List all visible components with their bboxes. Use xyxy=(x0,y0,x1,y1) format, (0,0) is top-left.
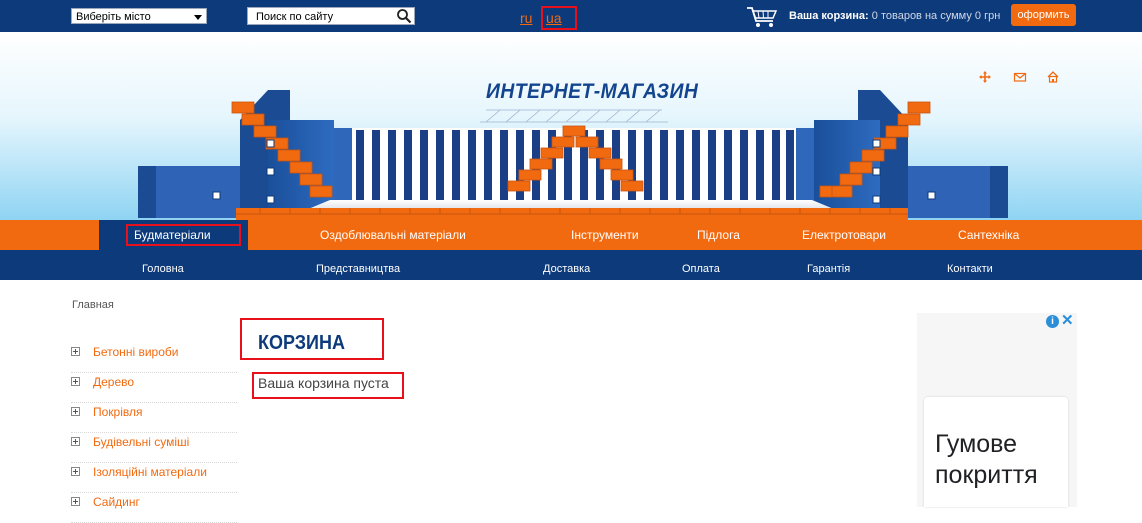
store-illustration xyxy=(138,90,1008,220)
nav-link-warranty[interactable]: Гарантія xyxy=(807,250,850,288)
category-tab-plumbing[interactable]: Сантехніка xyxy=(958,220,1019,250)
mail-icon[interactable] xyxy=(1013,70,1027,84)
message-highlight xyxy=(252,372,404,399)
nav-link-home[interactable]: Головна xyxy=(142,250,184,288)
lang-ua-highlight xyxy=(541,6,577,30)
nav-link-offices[interactable]: Представництва xyxy=(316,250,400,288)
cart-icon[interactable] xyxy=(746,6,778,28)
nav-link-payment[interactable]: Оплата xyxy=(682,250,720,288)
ad-card[interactable]: Гумове покриття xyxy=(924,397,1068,507)
cart-summary: 0 товаров на сумму 0 грн xyxy=(871,10,1001,22)
expand-icon[interactable] xyxy=(71,437,80,446)
category-tab-flooring[interactable]: Підлога xyxy=(697,220,740,250)
city-select-value: Виберіть місто xyxy=(76,11,151,23)
move-icon[interactable] xyxy=(978,70,992,84)
lang-ru-link[interactable]: ru xyxy=(520,10,532,26)
category-tab-electrical[interactable]: Електротовари xyxy=(802,220,886,250)
sidebar-item-wood[interactable]: Дерево xyxy=(71,373,237,403)
category-highlight xyxy=(126,224,241,246)
sidebar-item-concrete[interactable]: Бетонні вироби xyxy=(71,343,237,373)
sidebar-item-label: Ізоляційні матеріали xyxy=(93,465,207,479)
category-tab-finishing-materials[interactable]: Оздоблювальні матеріали xyxy=(320,220,466,250)
search-input[interactable] xyxy=(248,8,396,25)
nav-link-delivery[interactable]: Доставка xyxy=(543,250,590,288)
sidebar-item-label: Покрівля xyxy=(93,405,143,419)
title-highlight xyxy=(240,318,384,360)
sidebar-item-label: Бетонні вироби xyxy=(93,345,179,359)
sidebar-item-roofing[interactable]: Покрівля xyxy=(71,403,237,433)
cart-status: Ваша корзина: 0 товаров на сумму 0 грн xyxy=(789,10,1000,22)
home-icon[interactable] xyxy=(1046,70,1060,84)
chevron-down-icon xyxy=(194,15,202,20)
category-tab-tools[interactable]: Інструменти xyxy=(571,220,639,250)
cart-label: Ваша корзина: xyxy=(789,10,869,22)
sidebar-item-building-mixes[interactable]: Будівельні суміші xyxy=(71,433,237,463)
search-box xyxy=(247,7,415,25)
ad-text: Гумове покриття xyxy=(935,430,1038,489)
banner: ИНТЕРНЕТ-МАГАЗИН xyxy=(0,32,1142,220)
checkout-button[interactable]: оформить xyxy=(1011,4,1076,26)
sidebar-item-label: Будівельні суміші xyxy=(93,435,190,449)
sidebar-item-siding[interactable]: Сайдинг xyxy=(71,493,237,523)
search-icon[interactable] xyxy=(396,8,412,24)
city-select[interactable]: Виберіть місто xyxy=(71,8,207,24)
shop-title: ИНТЕРНЕТ-МАГАЗИН xyxy=(486,80,699,103)
nav-link-contacts[interactable]: Контакти xyxy=(947,250,993,288)
sidebar-item-label: Дерево xyxy=(93,375,135,389)
expand-icon[interactable] xyxy=(71,467,80,476)
expand-icon[interactable] xyxy=(71,407,80,416)
expand-icon[interactable] xyxy=(71,377,80,386)
sidebar-item-insulation[interactable]: Ізоляційні матеріали xyxy=(71,463,237,493)
expand-icon[interactable] xyxy=(71,497,80,506)
expand-icon[interactable] xyxy=(71,347,80,356)
breadcrumb[interactable]: Главная xyxy=(72,299,114,311)
info-icon[interactable]: i xyxy=(1046,315,1059,328)
close-icon[interactable]: ✕ xyxy=(1061,313,1075,329)
